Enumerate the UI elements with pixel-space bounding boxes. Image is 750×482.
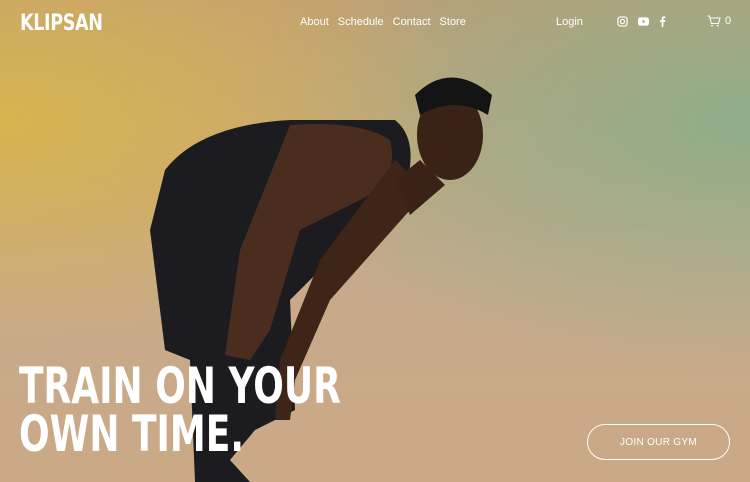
cart-button[interactable]: 0 [707, 15, 731, 27]
facebook-icon[interactable] [659, 16, 666, 27]
cart-count: 0 [725, 15, 732, 27]
hero-headline: TRAIN ON YOUR OWN TIME. [19, 357, 341, 463]
headline-line-1: TRAIN ON YOUR [19, 357, 341, 415]
nav-contact[interactable]: Contact [393, 16, 431, 28]
cart-icon [707, 15, 721, 27]
nav-about[interactable]: About [300, 16, 329, 28]
headline-line-2: OWN TIME. [19, 405, 245, 463]
nav-schedule[interactable]: Schedule [338, 16, 384, 28]
main-nav: About Schedule Contact Store [300, 16, 466, 28]
instagram-icon[interactable] [617, 16, 628, 27]
social-links [617, 16, 666, 27]
nav-store[interactable]: Store [440, 16, 466, 28]
join-gym-button[interactable]: JOIN OUR GYM [587, 424, 730, 460]
logo[interactable]: KLIPSAN [20, 11, 103, 36]
youtube-icon[interactable] [638, 17, 649, 26]
login-link[interactable]: Login [556, 16, 583, 28]
